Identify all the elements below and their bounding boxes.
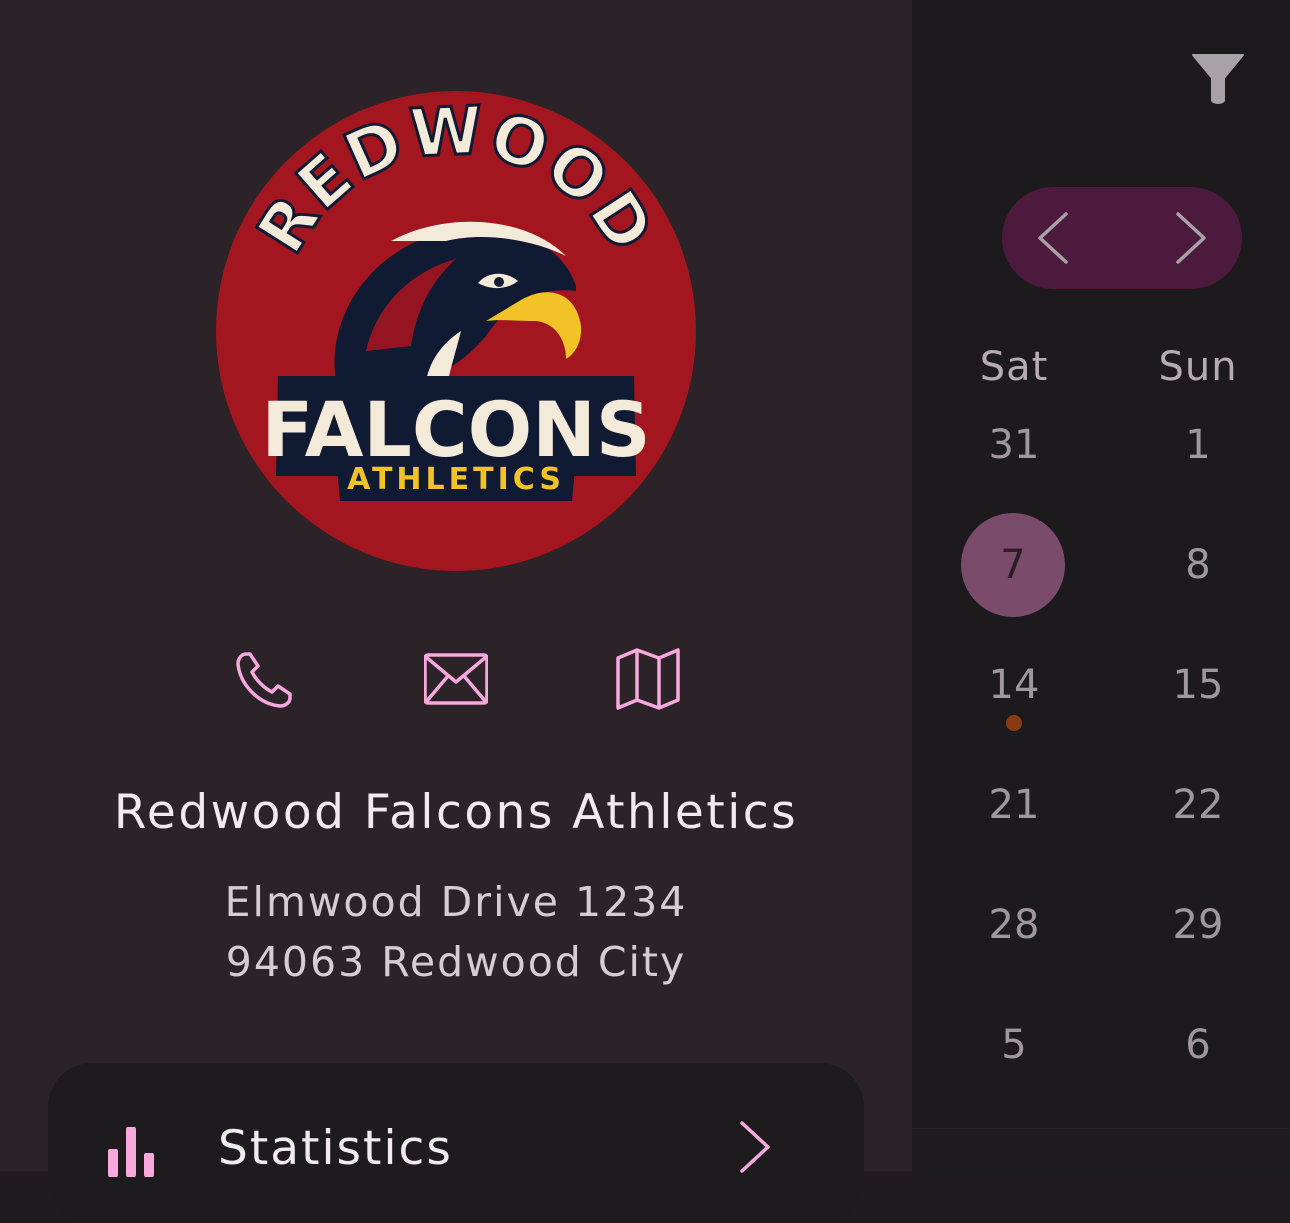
calendar-day[interactable]: 31: [962, 393, 1066, 497]
calendar-day[interactable]: 21: [962, 753, 1066, 857]
envelope-icon: [424, 653, 488, 705]
calendar-day[interactable]: 1: [1146, 393, 1250, 497]
falcons-logo-image: REDWOOD FALCONS ATHLETICS: [216, 91, 696, 571]
svg-text:ATHLETICS: ATHLETICS: [347, 462, 565, 497]
phone-button[interactable]: [232, 648, 296, 712]
bar-chart-icon: [108, 1127, 154, 1177]
address-street: Elmwood Drive 1234: [224, 878, 688, 926]
chevron-left-icon: [1038, 212, 1068, 264]
calendar-day[interactable]: 22: [1146, 753, 1250, 857]
chevron-right-icon: [740, 1121, 770, 1173]
calendar-day[interactable]: 6: [1146, 993, 1250, 1097]
club-name: Redwood Falcons Athletics: [113, 785, 799, 840]
statistics-row[interactable]: Statistics: [48, 1063, 864, 1223]
weekday-header-sun: Sun: [1158, 344, 1238, 390]
map-button[interactable]: [616, 648, 680, 712]
calendar-day[interactable]: 5: [962, 993, 1066, 1097]
calendar-day[interactable]: 8: [1146, 513, 1250, 617]
phone-icon: [236, 652, 292, 708]
address-city: 94063 Redwood City: [225, 938, 687, 986]
week-navigation: [1002, 187, 1242, 289]
calendar-footer: [912, 1128, 1290, 1172]
calendar-day[interactable]: 15: [1146, 633, 1250, 737]
chevron-right-icon: [1176, 212, 1206, 264]
club-logo: REDWOOD FALCONS ATHLETICS: [216, 91, 696, 571]
calendar-day-selected[interactable]: 7: [961, 513, 1065, 617]
statistics-label: Statistics: [218, 1121, 453, 1176]
email-button[interactable]: [424, 648, 488, 712]
club-detail-panel: REDWOOD FALCONS ATHLETICS Redwood Falcon…: [0, 0, 912, 1223]
next-week-button[interactable]: [1160, 208, 1220, 268]
calendar-panel: Sat Sun 31 1 7 8 14 15 21 22 28 29 5 6: [912, 0, 1290, 1172]
filter-icon[interactable]: [1190, 52, 1246, 108]
event-indicator-dot: [1006, 715, 1022, 731]
calendar-day[interactable]: 29: [1146, 873, 1250, 977]
weekday-header-sat: Sat: [979, 344, 1049, 390]
calendar-day[interactable]: 28: [962, 873, 1066, 977]
map-icon: [616, 648, 680, 710]
previous-week-button[interactable]: [1024, 208, 1084, 268]
